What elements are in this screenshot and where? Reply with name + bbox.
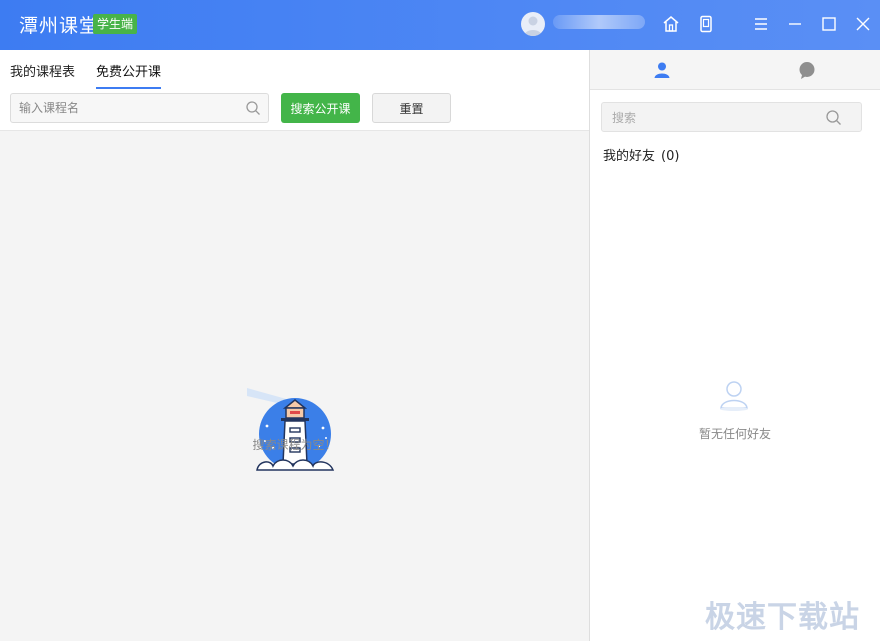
course-panel: 我的课程表 免费公开课 搜索公开课 重置 [0, 50, 589, 641]
menu-icon[interactable] [751, 14, 771, 34]
maximize-icon[interactable] [819, 14, 839, 34]
course-search-box [10, 93, 269, 123]
tab-free-courses[interactable]: 免费公开课 [96, 61, 161, 80]
friends-tabs [590, 50, 880, 90]
app-title: 潭州课堂 [19, 15, 100, 37]
username-redacted [553, 15, 645, 29]
user-avatar[interactable] [521, 12, 545, 36]
friend-search-box [601, 102, 862, 132]
search-courses-button[interactable]: 搜索公开课 [281, 93, 360, 123]
course-search-input[interactable] [19, 99, 239, 117]
title-bar: 潭州课堂 学生端 [0, 0, 880, 50]
chat-icon[interactable] [797, 60, 817, 80]
friends-panel: 我的好友 (0) 暂无任何好友 [590, 50, 880, 641]
search-icon[interactable] [245, 100, 261, 116]
empty-courses-text: 搜索课程为空！ [252, 438, 337, 452]
watermark-text: 极速下载站 [705, 600, 860, 635]
reset-button[interactable]: 重置 [372, 93, 451, 123]
tab-my-schedule[interactable]: 我的课程表 [10, 61, 75, 80]
course-tabs: 我的课程表 免费公开课 [0, 50, 589, 90]
empty-friends-text: 暂无任何好友 [698, 427, 771, 441]
active-tab-indicator [96, 87, 161, 89]
tablet-icon[interactable] [696, 14, 716, 34]
client-badge: 学生端 [93, 14, 138, 34]
search-icon[interactable] [825, 109, 842, 126]
close-icon[interactable] [853, 14, 873, 34]
my-friends-label: 我的好友 [603, 149, 656, 164]
empty-friend-icon [717, 378, 751, 412]
lighthouse-empty-icon [245, 386, 337, 478]
home-icon[interactable] [661, 14, 681, 34]
contacts-icon[interactable] [652, 60, 672, 80]
friend-search-input[interactable] [612, 109, 812, 127]
friends-count: (0) [661, 149, 680, 164]
minimize-icon[interactable] [785, 14, 805, 34]
my-friends-heading[interactable]: 我的好友 (0) [603, 145, 679, 164]
course-results-area: 搜索课程为空！ [0, 130, 589, 641]
